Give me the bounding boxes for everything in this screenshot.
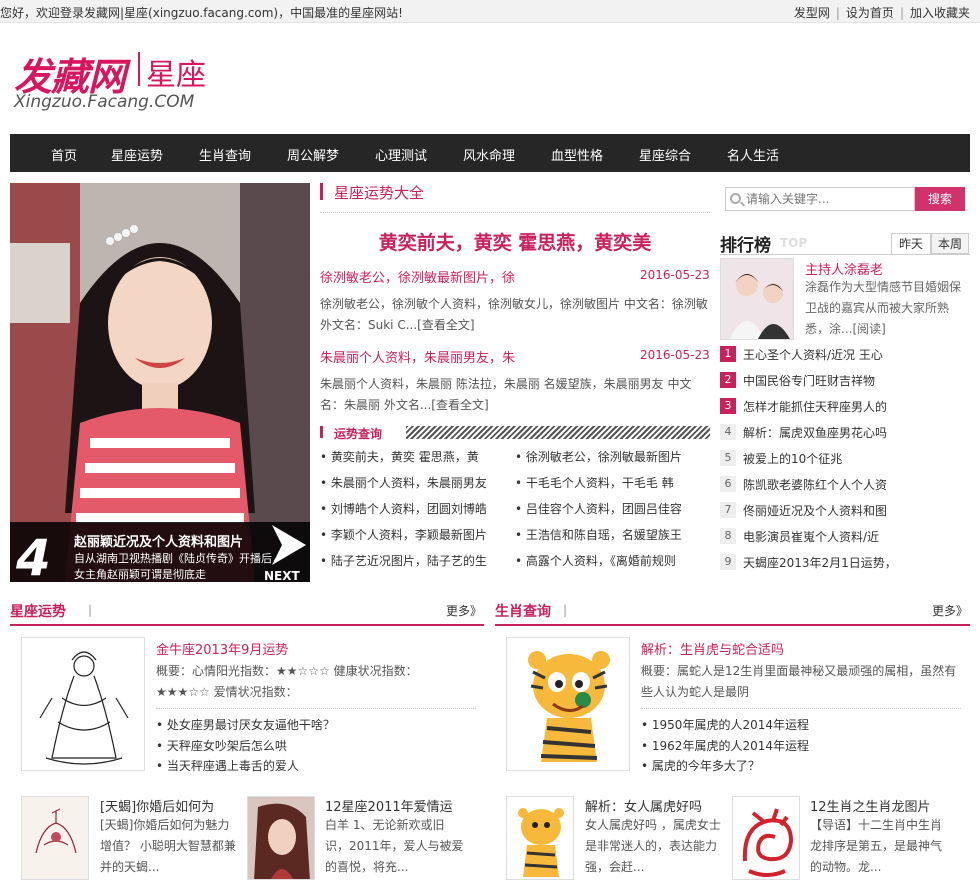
rank-item[interactable]: 6 陈凯歌老婆陈红个人个人资 <box>720 476 970 502</box>
list-item[interactable]: • 1962年属虎的人2014年运程 <box>641 737 809 754</box>
shengxiao-small-image-1[interactable] <box>506 796 574 880</box>
tab-yesterday[interactable]: 昨天 <box>891 233 931 254</box>
rank-item[interactable]: 2 中国民俗专门旺财吉祥物 <box>720 372 970 398</box>
shengxiao-small-desc-2: 【导语】十二生肖中生肖龙排序是第五，是最神气的动物。龙... <box>810 818 943 874</box>
rank-item[interactable]: 7 佟丽娅近况及个人资料和图 <box>720 502 970 528</box>
top-links: 发型网 | 设为首页 | 加入收藏夹 <box>793 6 970 20</box>
section-header-xingzuo-daquan: 星座运势大全 <box>320 181 710 213</box>
nav-mingren[interactable]: 名人生活 <box>727 145 779 164</box>
search-icon <box>730 193 741 204</box>
rank-item[interactable]: 5 被爱上的10个征兆 <box>720 450 970 476</box>
shengxiao-feature-image[interactable] <box>506 637 630 771</box>
section-header-xingzuo: 星座运势 | 更多》 <box>10 600 484 626</box>
xingzuo-feature-title[interactable]: 金牛座2013年9月运势 <box>156 639 476 658</box>
xingzuo-small-image-2[interactable] <box>247 796 315 880</box>
stripe-decoration <box>406 426 710 439</box>
sub-section-title[interactable]: 运势查询 <box>334 425 382 442</box>
list-item[interactable]: • 刘博皓个人资料，团圆刘博皓 <box>320 500 506 517</box>
logo-sub[interactable]: 星座 <box>146 50 206 94</box>
list-item[interactable]: • 干毛毛个人资料，干毛毛 韩 <box>515 474 701 491</box>
nav-zonghe[interactable]: 星座综合 <box>639 145 691 164</box>
headline[interactable]: 黄奕前夫，黄奕 霍思燕，黄奕美 <box>320 228 710 255</box>
nav-jiemeng[interactable]: 周公解梦 <box>287 145 339 164</box>
main-nav: 首页 星座运势 生肖查询 周公解梦 心理测试 风水命理 血型性格 星座综合 名人… <box>10 134 970 172</box>
list-item[interactable]: • 当天秤座遇上毒舌的爱人 <box>156 757 299 774</box>
shengxiao-small-title-2[interactable]: 12生肖之生肖龙图片 <box>810 796 960 815</box>
shengxiao-feature-desc: 概要：属蛇人是12生肖里面最神秘又最顽强的属相，虽然有些人认为蛇人是最阴 <box>641 664 957 699</box>
next-arrow-icon[interactable] <box>268 523 310 567</box>
news-title-1[interactable]: 徐洌敏老公，徐洌敏最新图片，徐 <box>320 267 620 286</box>
search-box <box>725 187 915 211</box>
link-faxing[interactable]: 发型网 <box>794 6 830 20</box>
nav-home[interactable]: 首页 <box>51 145 77 164</box>
list-item[interactable]: • 高露个人资料，《离婚前规则 <box>515 552 701 569</box>
xingzuo-small-title-1[interactable]: [天蝎]你婚后如何为 <box>100 796 235 815</box>
rank-item[interactable]: 4 解析：属虎双鱼座男花心吗 <box>720 424 970 450</box>
news-date-2: 2016-05-23 <box>640 348 710 362</box>
tab-week[interactable]: 本周 <box>931 233 969 254</box>
shengxiao-small-desc-1: 女人属虎好吗 ，属虎女士是非常迷人的，表达能力强，会赶... <box>585 818 721 874</box>
section-title[interactable]: 生肖查询 <box>495 601 551 621</box>
list-item[interactable]: • 1950年属虎的人2014年运程 <box>641 716 809 733</box>
more-link[interactable]: 更多》 <box>932 602 968 619</box>
list-item[interactable]: • 处女座男最讨厌女友逼他干啥？ <box>156 716 335 733</box>
rank-item[interactable]: 8 电影演员崔嵬个人资料/近 <box>720 528 970 554</box>
logo-divider <box>138 52 140 86</box>
list-item[interactable]: • 李颖个人资料，李颖最新图片 <box>320 526 506 543</box>
section-header-yunshi: 运势查询 <box>320 424 710 442</box>
more-link[interactable]: 更多》 <box>446 602 482 619</box>
news-desc-2: 朱晨丽个人资料，朱晨丽 陈法拉，朱晨丽 名媛望族，朱晨丽男友 中文名：朱晨丽 外… <box>320 377 692 412</box>
nav-xuexing[interactable]: 血型性格 <box>551 145 603 164</box>
top-bar: 您好，欢迎登录发藏网|星座(xingzuo.facang.com)，中国最准的星… <box>0 0 980 23</box>
rank-feature-title[interactable]: 主持人涂磊老 <box>805 259 883 278</box>
list-item[interactable]: • 黄奕前夫，黄奕 霍思燕，黄 <box>320 448 506 465</box>
search-button[interactable]: 搜索 <box>915 187 965 211</box>
list-item[interactable]: • 徐洌敏老公，徐洌敏最新图片 <box>515 448 701 465</box>
link-favorite[interactable]: 加入收藏夹 <box>910 6 970 20</box>
xingzuo-small-title-2[interactable]: 12星座2011年爱情运 <box>325 796 475 815</box>
news-desc-1: 徐洌敏老公，徐洌敏个人资料，徐洌敏女儿，徐洌敏图片 中文名：徐洌敏 外文名：Su… <box>320 297 708 332</box>
hero-slide[interactable]: 4 赵丽颖近况及个人资料和图片 自从湖南卫视热播剧《陆贞传奇》开播后，女主角赵丽… <box>10 183 310 582</box>
section-title[interactable]: 星座运势大全 <box>334 182 424 203</box>
rank-item[interactable]: 9 天蝎座2013年2月1日运势， <box>720 554 970 580</box>
list-item[interactable]: • 陆子艺近况图片，陆子艺的生 <box>320 552 506 569</box>
rank-item[interactable]: 3 怎样才能抓住天秤座男人的 <box>720 398 970 424</box>
link-set-home[interactable]: 设为首页 <box>846 6 894 20</box>
section-header-shengxiao: 生肖查询 | 更多》 <box>495 600 970 626</box>
hero-desc: 自从湖南卫视热播剧《陆贞传奇》开播后，女主角赵丽颖可谓是彻底走 <box>74 552 283 581</box>
xingzuo-small-desc-2: 白羊 1、无论新欢或旧识，2011年，爱人与被爱的喜悦，将充... <box>325 818 464 874</box>
nav-fengshui[interactable]: 风水命理 <box>463 145 515 164</box>
list-item[interactable]: • 属虎的今年多大了？ <box>641 757 760 774</box>
section-title[interactable]: 星座运势 <box>10 601 66 621</box>
hero-title[interactable]: 赵丽颖近况及个人资料和图片 <box>74 531 286 550</box>
rank-divider <box>720 254 970 255</box>
rank-feature-desc: 涂磊作为大型情感节目婚姻保卫战的嘉宾从而被大家所熟悉，涂...[阅读] <box>805 280 962 336</box>
xingzuo-feature-desc: 概要：心情阳光指数：★★☆☆☆ 健康状况指数：★★★☆☆ 爱情状况指数： <box>156 664 418 699</box>
xingzuo-feature-image[interactable] <box>21 637 145 771</box>
nav-shengxiao[interactable]: 生肖查询 <box>199 145 251 164</box>
shengxiao-feature-title[interactable]: 解析：生肖虎与蛇合适吗 <box>641 639 961 658</box>
nav-xingzuo[interactable]: 星座运势 <box>111 145 163 164</box>
search-input[interactable] <box>746 190 910 208</box>
logo-url: Xingzuo.Facang.COM <box>14 92 195 112</box>
rank-top-label: TOP <box>780 236 808 250</box>
shengxiao-small-image-2[interactable] <box>732 796 800 880</box>
rank-item[interactable]: 1 王心圣个人资料/近况 王心 <box>720 346 970 372</box>
nav-ceshi[interactable]: 心理测试 <box>375 145 427 164</box>
news-date-1: 2016-05-23 <box>640 268 710 282</box>
welcome-text: 您好，欢迎登录发藏网|星座(xingzuo.facang.com)，中国最准的星… <box>0 6 403 20</box>
list-item[interactable]: • 天秤座女吵架后怎么哄 <box>156 737 287 754</box>
list-item[interactable]: • 朱晨丽个人资料，朱晨丽男友 <box>320 474 506 491</box>
list-item[interactable]: • 吕佳容个人资料，团圆吕佳容 <box>515 500 701 517</box>
list-item[interactable]: • 王浩信和陈自瑶，名媛望族王 <box>515 526 701 543</box>
rank-feature-photo[interactable] <box>720 258 794 340</box>
xingzuo-small-image-1[interactable] <box>21 796 89 880</box>
xingzuo-small-desc-1: [天蝎]你婚后如何为魅力增值？ 小聪明大智慧都兼并的天蝎... <box>100 818 236 874</box>
hero-slide-number: 4 <box>16 529 51 582</box>
news-title-2[interactable]: 朱晨丽个人资料，朱晨丽男友，朱 <box>320 347 620 366</box>
rank-title: 排行榜 <box>720 236 771 256</box>
shengxiao-small-title-1[interactable]: 解析：女人属虎好吗 <box>585 796 720 815</box>
hero-next-label[interactable]: NEXT <box>264 569 300 582</box>
